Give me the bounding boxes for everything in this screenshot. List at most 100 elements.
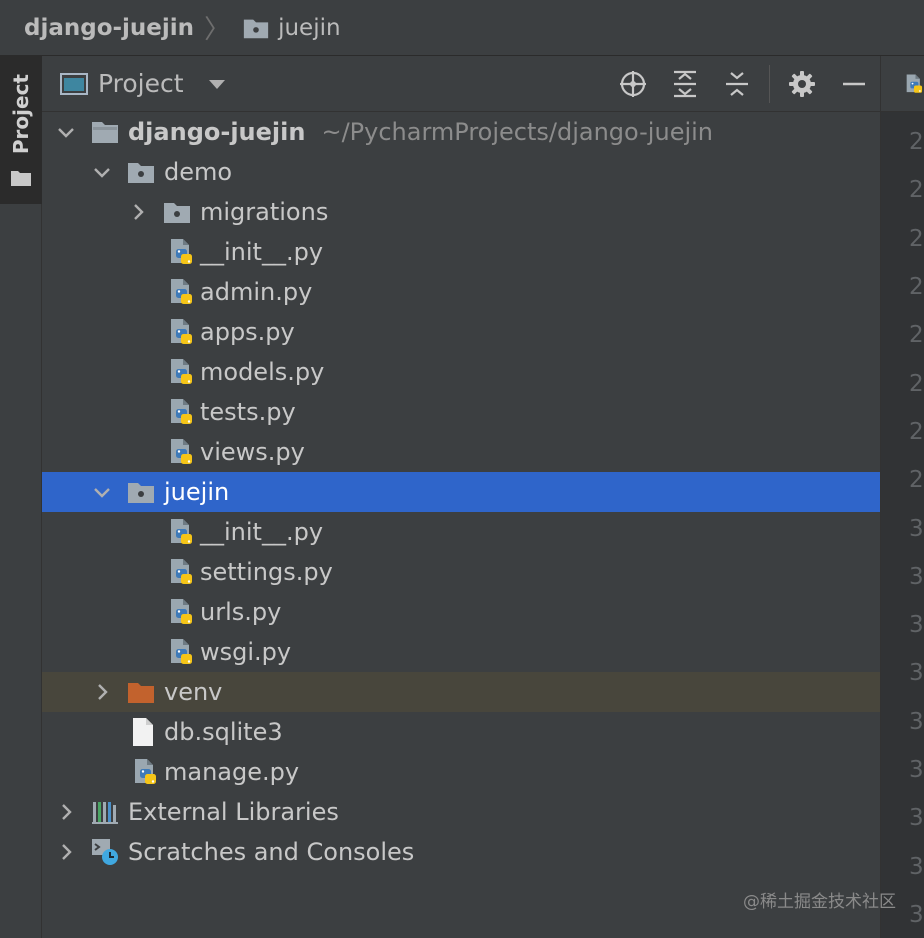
tree-item-scratches[interactable]: Scratches and Consoles: [42, 832, 880, 872]
tree-item-label: tests.py: [200, 398, 296, 426]
tree-item-label: Scratches and Consoles: [128, 838, 415, 866]
python-file-icon: [166, 557, 196, 587]
tree-item-venv[interactable]: venv: [42, 672, 880, 712]
project-tool-tab[interactable]: Project: [0, 56, 42, 204]
tree-item-label: models.py: [200, 358, 325, 386]
tree-item-label: db.sqlite3: [164, 718, 283, 746]
tree-item-label: __init__.py: [200, 518, 324, 546]
line-number: 2: [909, 370, 924, 397]
project-view-icon: [60, 72, 88, 95]
crosshair-icon: [620, 71, 646, 97]
package-folder-icon: [162, 197, 192, 227]
project-panel: Project django-juejin ~/PycharmProjects/…: [42, 56, 880, 938]
tree-item-label: views.py: [200, 438, 305, 466]
tree-item-label: settings.py: [200, 558, 333, 586]
tree-item-root[interactable]: django-juejin ~/PycharmProjects/django-ju…: [42, 112, 880, 152]
line-number: 3: [909, 757, 924, 783]
chevron-right-icon[interactable]: [54, 840, 78, 864]
python-file-icon: [166, 597, 196, 627]
line-number: 3: [909, 563, 924, 590]
package-folder-icon: [126, 157, 156, 187]
chevron-down-icon[interactable]: [54, 120, 78, 144]
tree-item-manage[interactable]: manage.py: [42, 752, 880, 792]
collapse-all-button[interactable]: [711, 56, 763, 112]
watermark: @稀土掘金技术社区: [743, 892, 896, 912]
tree-item-label: migrations: [200, 198, 329, 226]
tree-item-file[interactable]: apps.py: [42, 312, 880, 352]
chevron-right-icon[interactable]: [54, 800, 78, 824]
line-number: 2: [909, 225, 924, 252]
tree-item-label: wsgi.py: [200, 638, 292, 666]
line-number: 2: [909, 322, 924, 349]
tree-item-label: __init__.py: [200, 238, 324, 266]
expand-all-icon: [674, 70, 696, 98]
module-folder-icon: [92, 122, 118, 143]
package-folder-icon: [126, 477, 156, 507]
chevron-down-icon[interactable]: [90, 480, 114, 504]
tree-item-label: apps.py: [200, 318, 295, 346]
folder-icon: [11, 171, 31, 187]
line-number: 3: [909, 660, 924, 687]
tree-item-file[interactable]: admin.py: [42, 272, 880, 312]
python-file-icon: [166, 277, 196, 307]
tool-window-stripe: Project: [0, 56, 42, 938]
caret-down-icon: [208, 79, 225, 89]
tree-item-migrations[interactable]: migrations: [42, 192, 880, 232]
tree-item-file[interactable]: __init__.py: [42, 232, 880, 272]
line-number: 3: [909, 708, 924, 735]
tree-item-label: demo: [164, 158, 233, 186]
editor-area: 2 2 2 2 2 2 2 2 3 3 3 3 3 3 3 3 3: [880, 56, 924, 938]
panel-toolbar: [607, 56, 880, 112]
chevron-down-icon[interactable]: [90, 160, 114, 184]
editor-tab[interactable]: [881, 56, 924, 112]
tree-item-label: venv: [164, 678, 223, 706]
python-file-icon: [166, 517, 196, 547]
library-icon: [92, 802, 118, 824]
hide-panel-button[interactable]: [828, 56, 880, 112]
tree-item-file[interactable]: urls.py: [42, 592, 880, 632]
breadcrumb-project[interactable]: django-juejin: [24, 15, 194, 41]
tree-item-label: External Libraries: [128, 798, 339, 826]
tree-item-external-libraries[interactable]: External Libraries: [42, 792, 880, 832]
gear-icon: [789, 71, 815, 97]
tree-item-file[interactable]: tests.py: [42, 392, 880, 432]
chevron-right-icon[interactable]: [90, 680, 114, 704]
minimize-icon: [843, 82, 865, 86]
tree-item-db[interactable]: db.sqlite3: [42, 712, 880, 752]
line-number-gutter: 2 2 2 2 2 2 2 2 3 3 3 3 3 3 3 3 3: [881, 118, 924, 938]
project-panel-header: Project: [42, 56, 880, 112]
line-number: 2: [909, 418, 924, 445]
project-view-selector[interactable]: Project: [60, 69, 226, 98]
project-tool-tab-label: Project: [9, 74, 33, 155]
expand-all-button[interactable]: [659, 56, 711, 112]
python-file-icon: [166, 357, 196, 387]
tree-item-file[interactable]: wsgi.py: [42, 632, 880, 672]
tree-item-file[interactable]: settings.py: [42, 552, 880, 592]
breadcrumb-folder[interactable]: juejin: [242, 14, 341, 42]
chevron-right-icon[interactable]: [126, 200, 150, 224]
excluded-folder-icon: [128, 683, 154, 703]
scratches-icon: [92, 839, 118, 865]
line-number: 3: [909, 612, 924, 639]
line-number: 2: [909, 274, 924, 301]
line-number: 2: [909, 177, 924, 204]
breadcrumb-folder-label: juejin: [278, 14, 341, 41]
locate-file-button[interactable]: [607, 56, 659, 112]
python-file-icon: [903, 71, 924, 97]
tree-item-label: admin.py: [200, 278, 313, 306]
collapse-all-icon: [726, 72, 748, 96]
tree-item-label: urls.py: [200, 598, 282, 626]
tree-item-label: juejin: [164, 478, 230, 506]
line-number: 3: [909, 515, 924, 542]
tree-item-file[interactable]: models.py: [42, 352, 880, 392]
tree-item-juejin[interactable]: juejin: [42, 472, 880, 512]
line-number: 2: [909, 129, 924, 156]
tree-item-file[interactable]: views.py: [42, 432, 880, 472]
python-file-icon: [130, 757, 160, 787]
tree-item-file[interactable]: __init__.py: [42, 512, 880, 552]
toolbar-divider: [769, 65, 770, 103]
package-folder-icon: [242, 14, 270, 42]
settings-button[interactable]: [776, 56, 828, 112]
python-file-icon: [166, 397, 196, 427]
tree-item-demo[interactable]: demo: [42, 152, 880, 192]
